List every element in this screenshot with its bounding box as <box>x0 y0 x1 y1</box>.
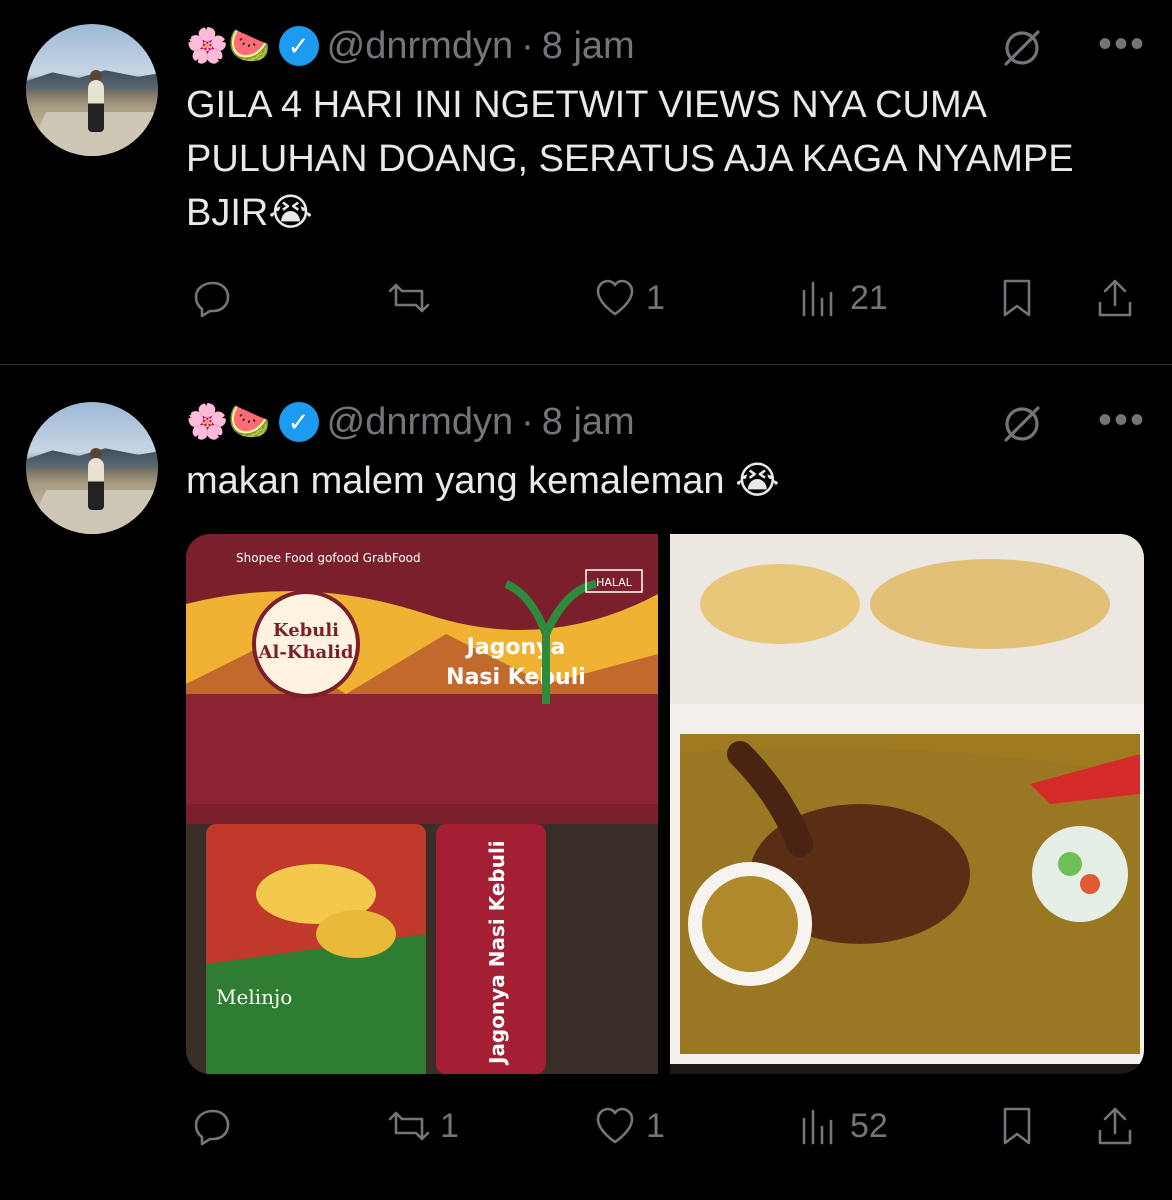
rice-chicken-illustration <box>670 534 1144 1074</box>
tweet-header: 🌸🍉 ✓ @dnrmdyn · 8 jam <box>186 394 635 450</box>
user-handle[interactable]: @dnrmdyn <box>327 401 513 444</box>
retweet-icon <box>388 1111 430 1141</box>
bookmark-button[interactable] <box>994 1098 1040 1154</box>
more-options-icon[interactable]: ••• <box>1098 400 1146 440</box>
svg-text:Melinjo: Melinjo <box>216 985 292 1009</box>
like-button[interactable]: 1 <box>592 270 665 326</box>
like-button[interactable]: 1 <box>592 1098 665 1154</box>
share-icon <box>1098 1107 1132 1145</box>
verified-badge-icon[interactable]: ✓ <box>278 402 319 442</box>
views-icon <box>802 1109 833 1145</box>
tweet-divider <box>0 364 1172 365</box>
share-button[interactable] <box>1092 270 1138 326</box>
like-count: 1 <box>646 1106 665 1145</box>
share-icon <box>1098 279 1132 317</box>
tweet-actions: 1 21 <box>186 270 1146 326</box>
verified-badge-icon[interactable]: ✓ <box>278 26 319 66</box>
photo-rice-chicken[interactable] <box>670 534 1144 1074</box>
avatar[interactable] <box>26 24 158 156</box>
views-count: 52 <box>850 1106 888 1145</box>
food-box-illustration: Kebuli Al-Khalid Jagonya Nasi Kebuli Sho… <box>186 534 658 1074</box>
display-name-emojis[interactable]: 🌸🍉 <box>186 405 271 439</box>
bookmark-button[interactable] <box>994 270 1040 326</box>
heart-icon <box>596 1107 634 1144</box>
tweet-actions: 1 1 52 <box>186 1098 1146 1154</box>
retweet-icon <box>388 283 430 313</box>
views-count: 21 <box>850 278 888 317</box>
timestamp[interactable]: 8 jam <box>542 401 635 444</box>
bookmark-icon <box>1003 279 1031 317</box>
svg-text:Jagonya: Jagonya <box>465 635 566 660</box>
svg-text:Nasi Kebuli: Nasi Kebuli <box>446 665 586 690</box>
grok-icon[interactable] <box>998 400 1046 448</box>
timestamp[interactable]: 8 jam <box>542 25 635 68</box>
retweet-button[interactable] <box>386 270 440 326</box>
separator-dot: · <box>521 400 534 443</box>
avatar[interactable] <box>26 402 158 534</box>
more-options-icon[interactable]: ••• <box>1098 24 1146 64</box>
svg-text:Al-Khalid: Al-Khalid <box>258 642 354 663</box>
views-icon <box>802 281 833 317</box>
reply-icon <box>194 1109 230 1146</box>
reply-icon <box>194 281 230 318</box>
separator-dot: · <box>521 24 534 67</box>
tweet-1[interactable]: 🌸🍉 ✓ @dnrmdyn · 8 jam ••• GILA 4 HARI IN… <box>0 0 1172 362</box>
reply-button[interactable] <box>190 270 244 326</box>
retweet-count: 1 <box>440 1106 459 1145</box>
views-button[interactable]: 52 <box>796 1098 888 1154</box>
user-handle[interactable]: @dnrmdyn <box>327 25 513 68</box>
photo-food-box[interactable]: Kebuli Al-Khalid Jagonya Nasi Kebuli Sho… <box>186 534 658 1074</box>
grok-icon[interactable] <box>998 24 1046 72</box>
reply-button[interactable] <box>190 1098 244 1154</box>
tweet-text: GILA 4 HARI INI NGETWIT VIEWS NYA CUMA P… <box>186 84 1074 234</box>
svg-text:Shopee Food gofood GrabFood: Shopee Food gofood GrabFood <box>236 551 421 565</box>
share-button[interactable] <box>1092 1098 1138 1154</box>
tweet-text: makan malem yang kemaleman 😭 <box>186 460 780 502</box>
brand-text: Kebuli <box>273 620 339 641</box>
views-button[interactable]: 21 <box>796 270 888 326</box>
like-count: 1 <box>646 278 665 317</box>
bookmark-icon <box>1003 1107 1031 1145</box>
svg-text:Jagonya Nasi Kebuli: Jagonya Nasi Kebuli <box>485 840 509 1066</box>
tweet-header: 🌸🍉 ✓ @dnrmdyn · 8 jam <box>186 18 635 74</box>
display-name-emojis[interactable]: 🌸🍉 <box>186 29 271 63</box>
heart-icon <box>596 279 634 316</box>
svg-text:HALAL: HALAL <box>596 576 633 589</box>
tweet-media[interactable]: Kebuli Al-Khalid Jagonya Nasi Kebuli Sho… <box>186 534 1144 1074</box>
retweet-button[interactable]: 1 <box>386 1098 459 1154</box>
